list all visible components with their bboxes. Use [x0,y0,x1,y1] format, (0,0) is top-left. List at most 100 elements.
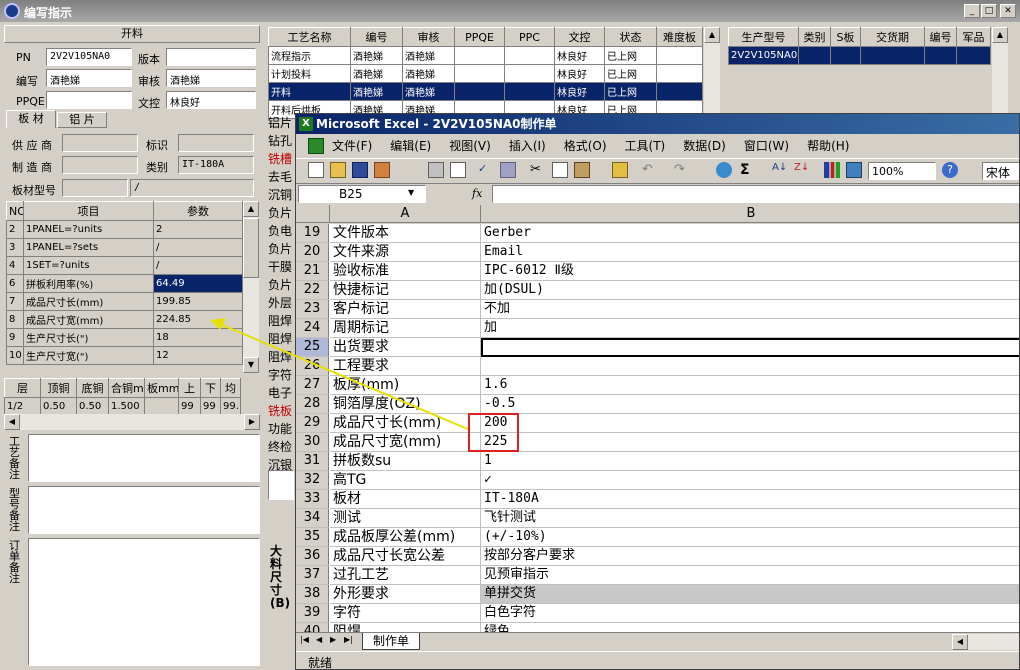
process-col-header[interactable]: 文控 [554,27,605,47]
sheet-nav-first[interactable]: |◀ [300,635,309,644]
name-box-dropdown-icon[interactable]: ▼ [408,188,414,197]
process-row[interactable]: 开料 酒艳娣 酒艳娣 林良好 已上网 [268,82,703,101]
layer-cell[interactable]: 99 [200,397,221,416]
cell-b[interactable]: 单拼交货 [481,585,1019,604]
cell-b[interactable]: 加 [481,319,1019,338]
product-col-header[interactable]: 交货期 [860,27,925,47]
sheet-tab-zhizuodan[interactable]: 制作单 [362,633,421,650]
cell-a[interactable]: 外形要求 [330,585,481,604]
col-header-b[interactable]: B [481,205,1019,223]
row-header[interactable]: 37 [296,566,329,585]
cell-b[interactable]: IPC-6012 Ⅱ级 [481,262,1019,281]
excel-menu-item[interactable]: 编辑(E) [390,136,431,156]
excel-menu-item[interactable]: 数据(D) [683,136,726,156]
ppqe-field[interactable] [46,91,132,109]
help-icon[interactable]: ? [942,162,958,178]
param-row[interactable]: 9 生产尺寸长(") 18 [6,328,243,347]
process-side-item[interactable]: 去毛 [268,168,296,186]
sheet-scroll-left[interactable]: ◀ [952,634,968,650]
row-header[interactable]: 20 [296,243,329,262]
excel-menu-item[interactable]: 插入(I) [509,136,546,156]
tab-aluminum[interactable]: 铝 片 [57,112,107,128]
layer-scroll-right[interactable]: ▶ [244,414,260,430]
row-header[interactable]: 32 [296,471,329,490]
product-col-header[interactable]: 生产型号 [728,27,799,47]
param-row[interactable]: 6 拼板利用率(%) 64.49 [6,274,243,293]
process-row[interactable]: 计划投料 酒艳娣 酒艳娣 林良好 已上网 [268,64,703,83]
param-value[interactable]: 2 [153,220,243,239]
close-button[interactable]: ✕ [1000,4,1016,18]
layer-cell[interactable]: 99 [178,397,201,416]
product-col-header[interactable]: 编号 [924,27,957,47]
param-row[interactable]: 3 1PANEL=?sets / [6,238,243,257]
cell-b[interactable]: 不加 [481,300,1019,319]
cell-a[interactable]: 高TG [330,471,481,490]
research-icon[interactable] [500,162,516,178]
excel-menu-item[interactable]: 文件(F) [332,136,372,156]
excel-menu-item[interactable]: 格式(O) [564,136,607,156]
cell-b[interactable]: 加(DSUL) [481,281,1019,300]
layer-cell[interactable]: 1/2 [4,397,41,416]
param-scroll-up[interactable]: ▲ [243,201,259,217]
spelling-icon[interactable]: ✓ [478,162,494,178]
param-value[interactable]: 199.85 [153,292,243,311]
layer-cell[interactable]: 99. [220,397,241,416]
row-header[interactable]: 26 [296,357,329,376]
workbook-icon[interactable] [308,138,324,154]
undo-icon[interactable]: ↶ [642,162,658,178]
print-icon[interactable] [428,162,444,178]
cell-b[interactable]: -0.5 [481,395,1019,414]
row-header[interactable]: 19 [296,224,329,243]
process-side-item[interactable]: 外层 [268,294,296,312]
cell-b[interactable] [481,357,1019,376]
mark-field[interactable] [178,134,254,152]
layer-hscrollbar[interactable] [4,414,260,430]
row-header[interactable]: 24 [296,319,329,338]
cell-a[interactable]: 出货要求 [330,338,481,357]
save-icon[interactable] [352,162,368,178]
cell-a[interactable]: 成品板厚公差(mm) [330,528,481,547]
cell-b[interactable]: IT-180A [481,490,1019,509]
param-row[interactable]: 10 生产尺寸宽(") 12 [6,346,243,365]
model-note-field[interactable] [28,486,260,534]
version-field[interactable] [166,48,256,66]
hyperlink-icon[interactable] [716,162,732,178]
process-col-header[interactable]: PPQE [454,27,505,47]
process-side-item[interactable]: 干膜 [268,258,296,276]
process-col-header[interactable]: 工艺名称 [268,27,351,47]
cell-a[interactable]: 测试 [330,509,481,528]
excel-menu-item[interactable]: 视图(V) [449,136,491,156]
cell-a[interactable]: 拼板数su [330,452,481,471]
board-model-field-2[interactable]: / [130,179,254,197]
cell-a[interactable]: 快捷标记 [330,281,481,300]
cell-b[interactable]: 225 [481,433,1019,452]
cell-a[interactable]: 成品尺寸长(mm) [330,414,481,433]
cell-b[interactable]: 按部分客户要求 [481,547,1019,566]
row-header[interactable]: 31 [296,452,329,471]
paste-icon[interactable] [574,162,590,178]
cell-a[interactable]: 客户标记 [330,300,481,319]
cell-a[interactable]: 成品尺寸长宽公差 [330,547,481,566]
process-side-item[interactable]: 沉铜 [268,186,296,204]
autosum-icon[interactable]: Σ [740,162,756,178]
process-side-item[interactable]: 铣板 [268,402,296,420]
row-header[interactable]: 22 [296,281,329,300]
select-all-corner[interactable] [296,205,330,223]
cell-b[interactable]: 飞针测试 [481,509,1019,528]
cell-a[interactable]: 验收标准 [330,262,481,281]
font-select[interactable]: 宋体 [982,162,1019,180]
row-header[interactable]: 39 [296,604,329,623]
process-row[interactable]: 流程指示 酒艳娣 酒艳娣 林良好 已上网 [268,46,703,65]
param-value[interactable]: / [153,256,243,275]
param-row[interactable]: 7 成品尺寸长(mm) 199.85 [6,292,243,311]
writer-field[interactable]: 酒艳娣 [46,69,132,87]
process-col-header[interactable]: 状态 [604,27,657,47]
param-scroll-down[interactable]: ▼ [243,357,259,373]
cell-b[interactable]: (+/-10%) [481,528,1019,547]
process-col-header[interactable]: 审核 [402,27,455,47]
cell-b[interactable]: 白色字符 [481,604,1019,623]
copy-icon[interactable] [552,162,568,178]
cell-a[interactable]: 过孔工艺 [330,566,481,585]
pn-field[interactable]: 2V2V105NA0 [46,48,132,66]
product-col-header[interactable]: 类别 [798,27,831,47]
